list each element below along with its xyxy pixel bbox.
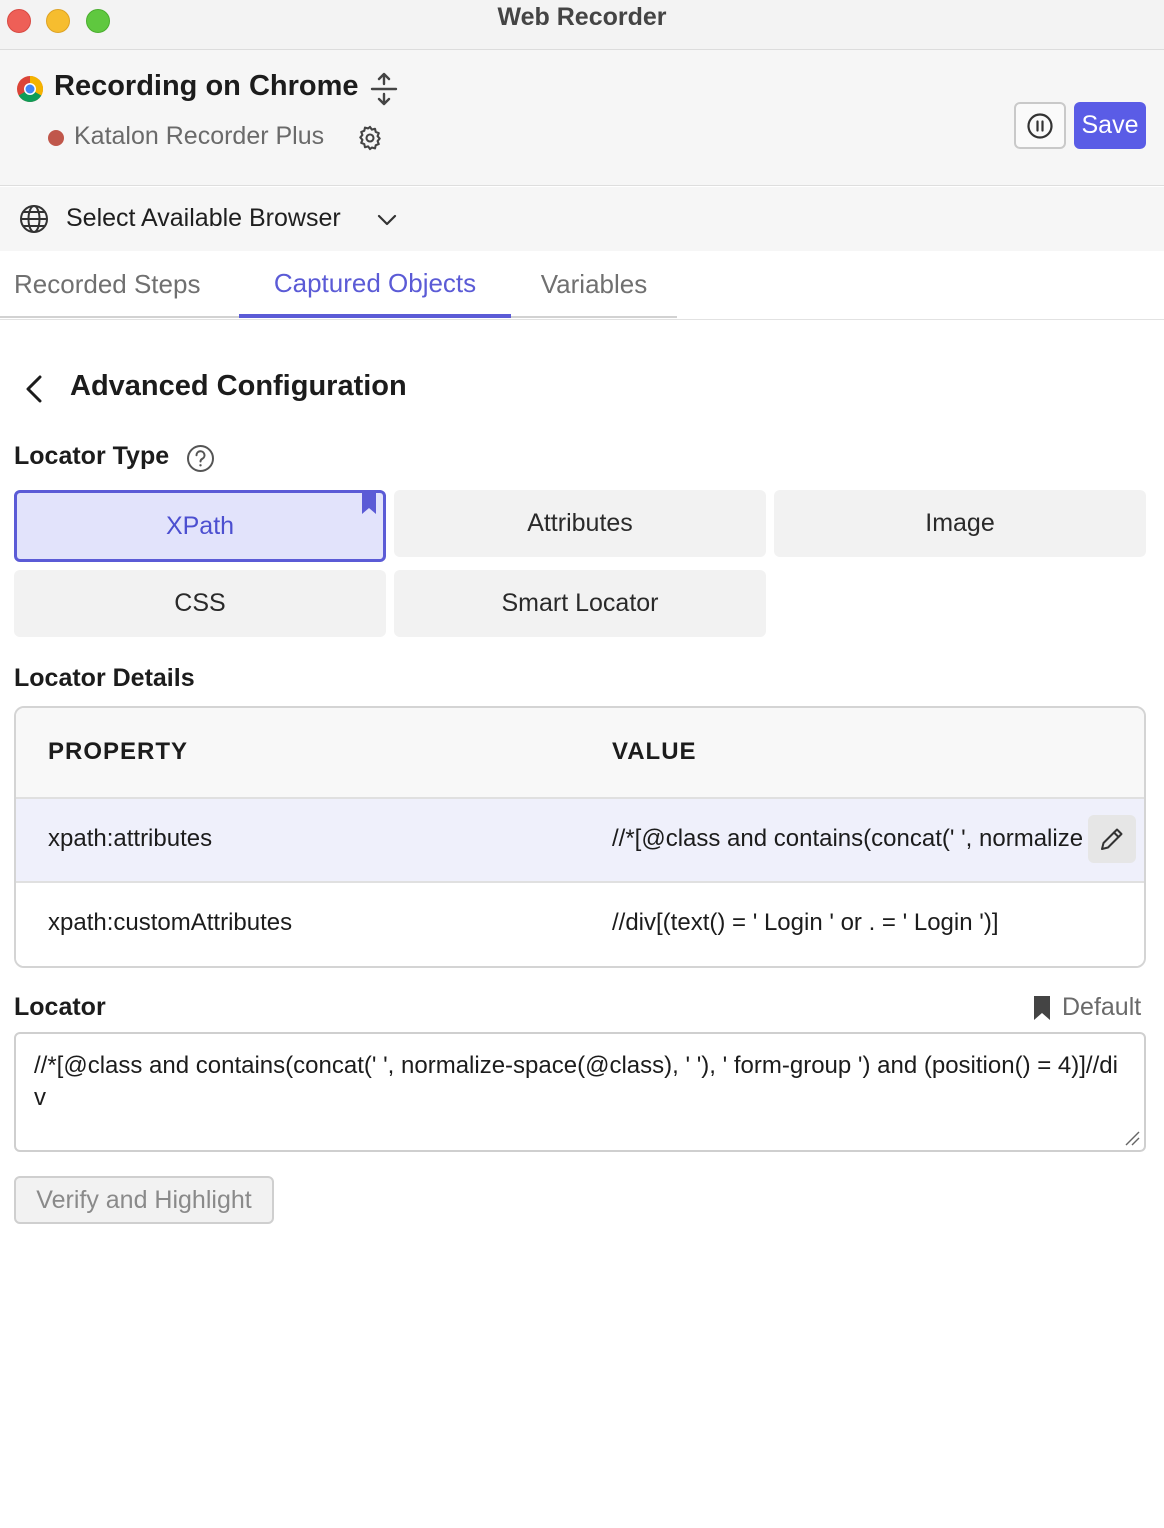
table-row[interactable]: xpath:customAttributes //div[(text() = '… [16, 883, 1144, 966]
tab-captured-objects[interactable]: Captured Objects [239, 252, 511, 318]
tab-recorded-steps[interactable]: Recorded Steps [0, 252, 239, 318]
locator-type-smart-locator-button[interactable]: Smart Locator [394, 570, 766, 637]
bookmark-icon [1034, 995, 1050, 1020]
locator-type-image-button[interactable]: Image [774, 490, 1146, 557]
column-header-value: VALUE [612, 738, 697, 765]
save-button[interactable]: Save [1074, 102, 1146, 149]
table-header: PROPERTY VALUE [16, 708, 1144, 799]
locator-details-label: Locator Details [14, 664, 195, 692]
recorder-header: Recording on Chrome Katalon Recorder Plu… [0, 50, 1164, 186]
locator-type-label: Locator Type [14, 442, 170, 470]
browser-select[interactable]: Select Available Browser [0, 187, 1164, 251]
pause-recording-button[interactable] [1014, 102, 1066, 149]
tab-bar: Recorded Steps Captured Objects Variable… [0, 252, 1164, 320]
tab-variables[interactable]: Variables [511, 252, 677, 318]
resize-grip-icon[interactable] [1124, 1130, 1140, 1146]
edit-value-button[interactable] [1088, 815, 1136, 863]
recording-status-dot [48, 130, 64, 146]
locator-type-xpath-label: XPath [165, 511, 235, 540]
gear-icon[interactable] [356, 124, 384, 152]
expand-collapse-icon[interactable] [368, 72, 400, 106]
property-cell: xpath:customAttributes [48, 909, 293, 936]
value-cell: //*[@class and contains(concat(' ', norm… [612, 825, 1082, 852]
bookmark-icon [362, 493, 376, 514]
locator-type-xpath-button[interactable]: XPath [14, 490, 386, 562]
default-label: Default [1062, 993, 1142, 1021]
section-title: Advanced Configuration [70, 370, 407, 402]
locator-value: //*[@class and contains(concat(' ', norm… [34, 1052, 1118, 1111]
property-cell: xpath:attributes [48, 825, 213, 852]
locator-type-css-button[interactable]: CSS [14, 570, 386, 637]
chrome-logo-icon [17, 76, 44, 103]
pause-icon [1027, 112, 1053, 139]
value-cell: //div[(text() = ' Login ' or . = ' Login… [612, 909, 999, 936]
window-title: Web Recorder [497, 3, 667, 31]
locator-label: Locator [14, 993, 106, 1021]
verify-and-highlight-button[interactable]: Verify and Highlight [14, 1176, 274, 1224]
pencil-icon [1101, 828, 1123, 850]
globe-icon [20, 205, 48, 233]
locator-type-attributes-button[interactable]: Attributes [394, 490, 766, 557]
chevron-down-icon [377, 214, 397, 226]
table-row[interactable]: xpath:attributes //*[@class and contains… [16, 799, 1144, 883]
locator-textarea[interactable]: //*[@class and contains(concat(' ', norm… [14, 1032, 1146, 1152]
default-badge: Default [1032, 993, 1141, 1022]
back-chevron-icon[interactable] [20, 372, 50, 406]
browser-select-label: Select Available Browser [66, 204, 341, 232]
recording-title: Recording on Chrome [54, 70, 359, 102]
help-icon[interactable] [186, 444, 215, 473]
extension-name: Katalon Recorder Plus [74, 122, 325, 150]
column-header-property: PROPERTY [48, 738, 189, 765]
title-bar: Web Recorder [0, 0, 1164, 50]
locator-details-table: PROPERTY VALUE xpath:attributes //*[@cla… [14, 706, 1146, 968]
